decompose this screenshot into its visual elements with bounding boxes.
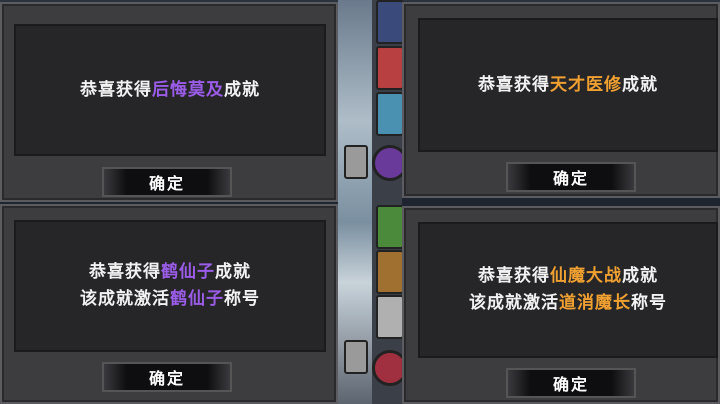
message-text: 恭喜获得 xyxy=(478,266,550,286)
book-icon xyxy=(376,250,404,294)
book-icon xyxy=(376,46,404,90)
highlight-text: 道消魔长 xyxy=(559,293,631,313)
achievement-dialog: 恭喜获得仙魔大战成就 该成就激活道消魔长称号 确定 xyxy=(402,206,720,404)
message-text: 恭喜获得 xyxy=(478,74,550,95)
message-text: 恭喜获得 xyxy=(80,79,152,100)
message-line: 该成就激活鹤仙子称号 xyxy=(80,286,260,313)
achievement-dialog: 恭喜获得鹤仙子成就 该成就激活鹤仙子称号 确定 xyxy=(0,204,338,404)
message-text: 成就 xyxy=(622,74,658,95)
highlight-text: 鹤仙子 xyxy=(161,262,215,282)
confirm-button[interactable]: 确定 xyxy=(506,368,636,398)
message-text: 成就 xyxy=(215,262,251,282)
message-line: 恭喜获得仙魔大战成就 xyxy=(478,263,658,290)
book-icon xyxy=(376,205,404,249)
dialog-content: 恭喜获得天才医修成就 xyxy=(418,18,718,152)
message-text: 称号 xyxy=(631,293,667,313)
highlight-text: 天才医修 xyxy=(550,74,622,95)
scroll-icon xyxy=(344,145,368,179)
confirm-button[interactable]: 确定 xyxy=(102,362,232,392)
book-icon xyxy=(376,92,404,136)
confirm-button[interactable]: 确定 xyxy=(506,162,636,192)
scroll-icon xyxy=(344,340,368,374)
book-icon xyxy=(376,295,404,339)
achievement-dialog: 恭喜获得后悔莫及成就 确定 xyxy=(0,2,338,202)
message-text: 该成就激活 xyxy=(469,293,559,313)
message-line: 恭喜获得鹤仙子成就 xyxy=(89,259,251,286)
message-line: 恭喜获得天才医修成就 xyxy=(478,72,658,99)
highlight-text: 鹤仙子 xyxy=(170,289,224,309)
game-screen: 恭喜获得后悔莫及成就 确定 恭喜获得天才医修成就 确定 恭喜获得鹤仙子成就 该成… xyxy=(0,0,720,404)
highlight-text: 仙魔大战 xyxy=(550,266,622,286)
message-text: 称号 xyxy=(224,289,260,309)
book-icon xyxy=(376,0,404,44)
message-line: 该成就激活道消魔长称号 xyxy=(469,290,667,317)
message-text: 该成就激活 xyxy=(80,289,170,309)
confirm-button[interactable]: 确定 xyxy=(102,167,232,197)
message-text: 恭喜获得 xyxy=(89,262,161,282)
dialog-content: 恭喜获得仙魔大战成就 该成就激活道消魔长称号 xyxy=(418,222,718,358)
message-text: 成就 xyxy=(224,79,260,100)
achievement-dialog: 恭喜获得天才医修成就 确定 xyxy=(402,2,720,198)
highlight-text: 后悔莫及 xyxy=(152,79,224,100)
message-text: 成就 xyxy=(622,266,658,286)
dialog-content: 恭喜获得后悔莫及成就 xyxy=(14,24,326,156)
message-line: 恭喜获得后悔莫及成就 xyxy=(80,77,260,104)
dialog-content: 恭喜获得鹤仙子成就 该成就激活鹤仙子称号 xyxy=(14,220,326,352)
